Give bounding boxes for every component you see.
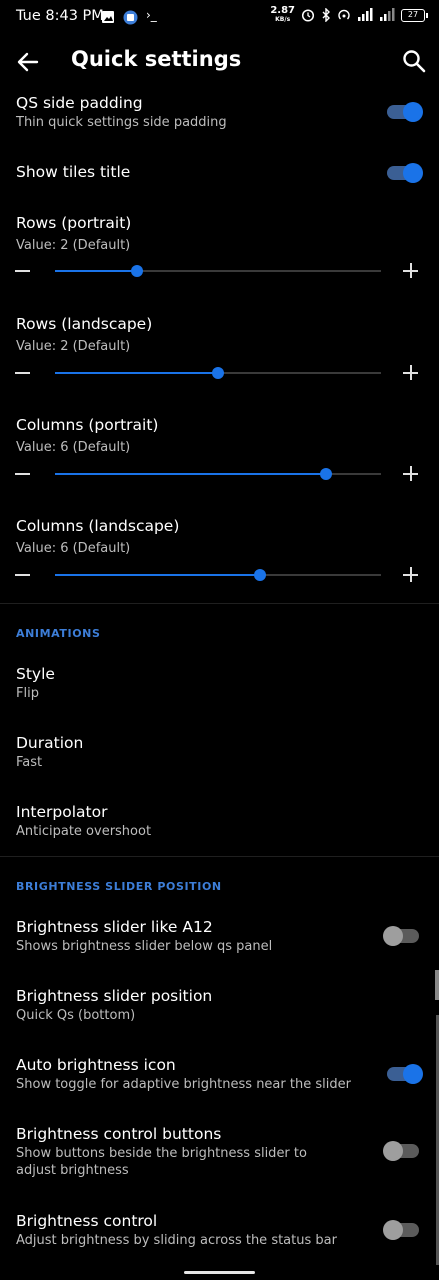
decrease-icon[interactable] (15, 270, 30, 272)
setting-value: Value: 2 (Default) (16, 238, 131, 253)
signal-icon (358, 8, 373, 21)
setting-brightness-control-buttons[interactable]: Brightness control buttons Show buttons … (0, 1124, 439, 1184)
increase-icon[interactable] (403, 466, 418, 481)
back-arrow-icon[interactable] (14, 48, 42, 76)
signal-icon-2 (380, 8, 395, 21)
show-tiles-title-toggle[interactable] (387, 163, 423, 183)
setting-summary: Fast (16, 755, 43, 770)
setting-title: QS side padding (16, 94, 143, 112)
rows-portrait-slider (0, 259, 439, 283)
app-bar: Quick settings (0, 34, 439, 90)
bluetooth-icon (322, 8, 330, 22)
rows-landscape-slider (0, 361, 439, 385)
decrease-icon[interactable] (15, 574, 30, 576)
slider-fill (55, 372, 218, 374)
section-divider (0, 603, 439, 604)
setting-title: Columns (landscape) (16, 517, 180, 535)
setting-value: Value: 2 (Default) (16, 339, 131, 354)
setting-columns-landscape: Columns (landscape) Value: 6 (Default) (0, 517, 439, 587)
setting-summary: Shows brightness slider below qs panel (16, 939, 273, 954)
setting-summary: Anticipate overshoot (16, 824, 152, 839)
setting-qs-side-padding[interactable]: QS side padding Thin quick settings side… (0, 92, 439, 142)
decrease-icon[interactable] (15, 372, 30, 374)
setting-auto-brightness-icon[interactable]: Auto brightness icon Show toggle for ada… (0, 1055, 439, 1105)
slider-thumb[interactable] (254, 569, 267, 581)
brightness-control-buttons-toggle[interactable] (383, 1141, 419, 1161)
setting-title: Rows (landscape) (16, 315, 153, 333)
slider-thumb[interactable] (212, 367, 224, 379)
setting-brightness-like-a12[interactable]: Brightness slider like A12 Shows brightn… (0, 917, 439, 967)
setting-show-tiles-title[interactable]: Show tiles title (0, 160, 439, 190)
setting-brightness-control[interactable]: Brightness control Adjust brightness by … (0, 1211, 439, 1261)
app-notification-icon (123, 10, 138, 25)
setting-summary: Show toggle for adaptive brightness near… (16, 1077, 351, 1092)
setting-title: Interpolator (16, 803, 108, 821)
qs-side-padding-toggle[interactable] (387, 102, 423, 122)
section-divider (0, 856, 439, 857)
setting-brightness-position[interactable]: Brightness slider position Quick Qs (bot… (0, 986, 439, 1036)
auto-brightness-icon-toggle[interactable] (387, 1064, 423, 1084)
setting-title: Style (16, 665, 55, 683)
battery-icon: 27 (401, 8, 428, 22)
page-title: Quick settings (71, 47, 242, 71)
setting-title: Brightness slider position (16, 987, 213, 1005)
toggle-knob (403, 1064, 423, 1084)
gallery-icon (102, 11, 114, 23)
toggle-knob (403, 102, 423, 122)
columns-portrait-slider (0, 462, 439, 486)
setting-rows-landscape: Rows (landscape) Value: 2 (Default) (0, 315, 439, 385)
setting-interpolator[interactable]: Interpolator Anticipate overshoot (0, 802, 439, 852)
setting-title: Brightness slider like A12 (16, 918, 213, 936)
setting-value: Value: 6 (Default) (16, 440, 131, 455)
section-header-animations: ANIMATIONS (16, 627, 101, 640)
setting-style[interactable]: Style Flip (0, 664, 439, 714)
terminal-icon: ›_ (146, 8, 157, 22)
slider-fill (55, 574, 261, 576)
setting-title: Rows (portrait) (16, 214, 132, 232)
increase-icon[interactable] (403, 567, 418, 582)
toggle-knob (403, 163, 423, 183)
decrease-icon[interactable] (15, 473, 30, 475)
status-time: Tue 8:43 PM (16, 8, 104, 24)
setting-title: Columns (portrait) (16, 416, 159, 434)
setting-summary: Quick Qs (bottom) (16, 1008, 136, 1023)
slider-track[interactable] (55, 468, 381, 480)
network-speed: 2.87 KB/s (270, 5, 295, 24)
slider-track[interactable] (55, 569, 381, 581)
setting-title: Brightness control (16, 1212, 158, 1230)
slider-track[interactable] (55, 265, 381, 277)
status-bar: Tue 8:43 PM ›_ 2.87 KB/s 27 (0, 0, 439, 34)
setting-rows-portrait: Rows (portrait) Value: 2 (Default) (0, 214, 439, 284)
slider-fill (55, 270, 137, 272)
columns-landscape-slider (0, 563, 439, 587)
toggle-knob (383, 1141, 403, 1161)
increase-icon[interactable] (403, 263, 418, 278)
scrollbar-thumb[interactable] (435, 970, 439, 1000)
alarm-icon (301, 9, 315, 22)
setting-title: Duration (16, 734, 84, 752)
setting-summary: Thin quick settings side padding (16, 115, 227, 130)
toggle-knob (383, 1220, 403, 1240)
setting-columns-portrait: Columns (portrait) Value: 6 (Default) (0, 416, 439, 486)
hotspot-icon (338, 9, 350, 20)
setting-title: Auto brightness icon (16, 1056, 176, 1074)
setting-title: Show tiles title (16, 163, 131, 181)
section-header-brightness: BRIGHTNESS SLIDER POSITION (16, 880, 222, 893)
setting-duration[interactable]: Duration Fast (0, 733, 439, 783)
toggle-knob (383, 926, 403, 946)
increase-icon[interactable] (403, 365, 418, 380)
slider-thumb[interactable] (130, 265, 143, 277)
gesture-nav-handle[interactable] (184, 1271, 255, 1274)
setting-summary: Flip (16, 686, 39, 701)
setting-value: Value: 6 (Default) (16, 541, 131, 556)
brightness-control-toggle[interactable] (383, 1220, 419, 1240)
setting-summary: Show buttons beside the brightness slide… (16, 1146, 307, 1178)
slider-track[interactable] (55, 367, 381, 379)
brightness-like-a12-toggle[interactable] (383, 926, 419, 946)
setting-title: Brightness control buttons (16, 1125, 222, 1143)
search-icon[interactable] (401, 48, 427, 74)
slider-thumb[interactable] (319, 468, 332, 480)
slider-fill (55, 473, 326, 475)
setting-summary: Adjust brightness by sliding across the … (16, 1233, 337, 1248)
